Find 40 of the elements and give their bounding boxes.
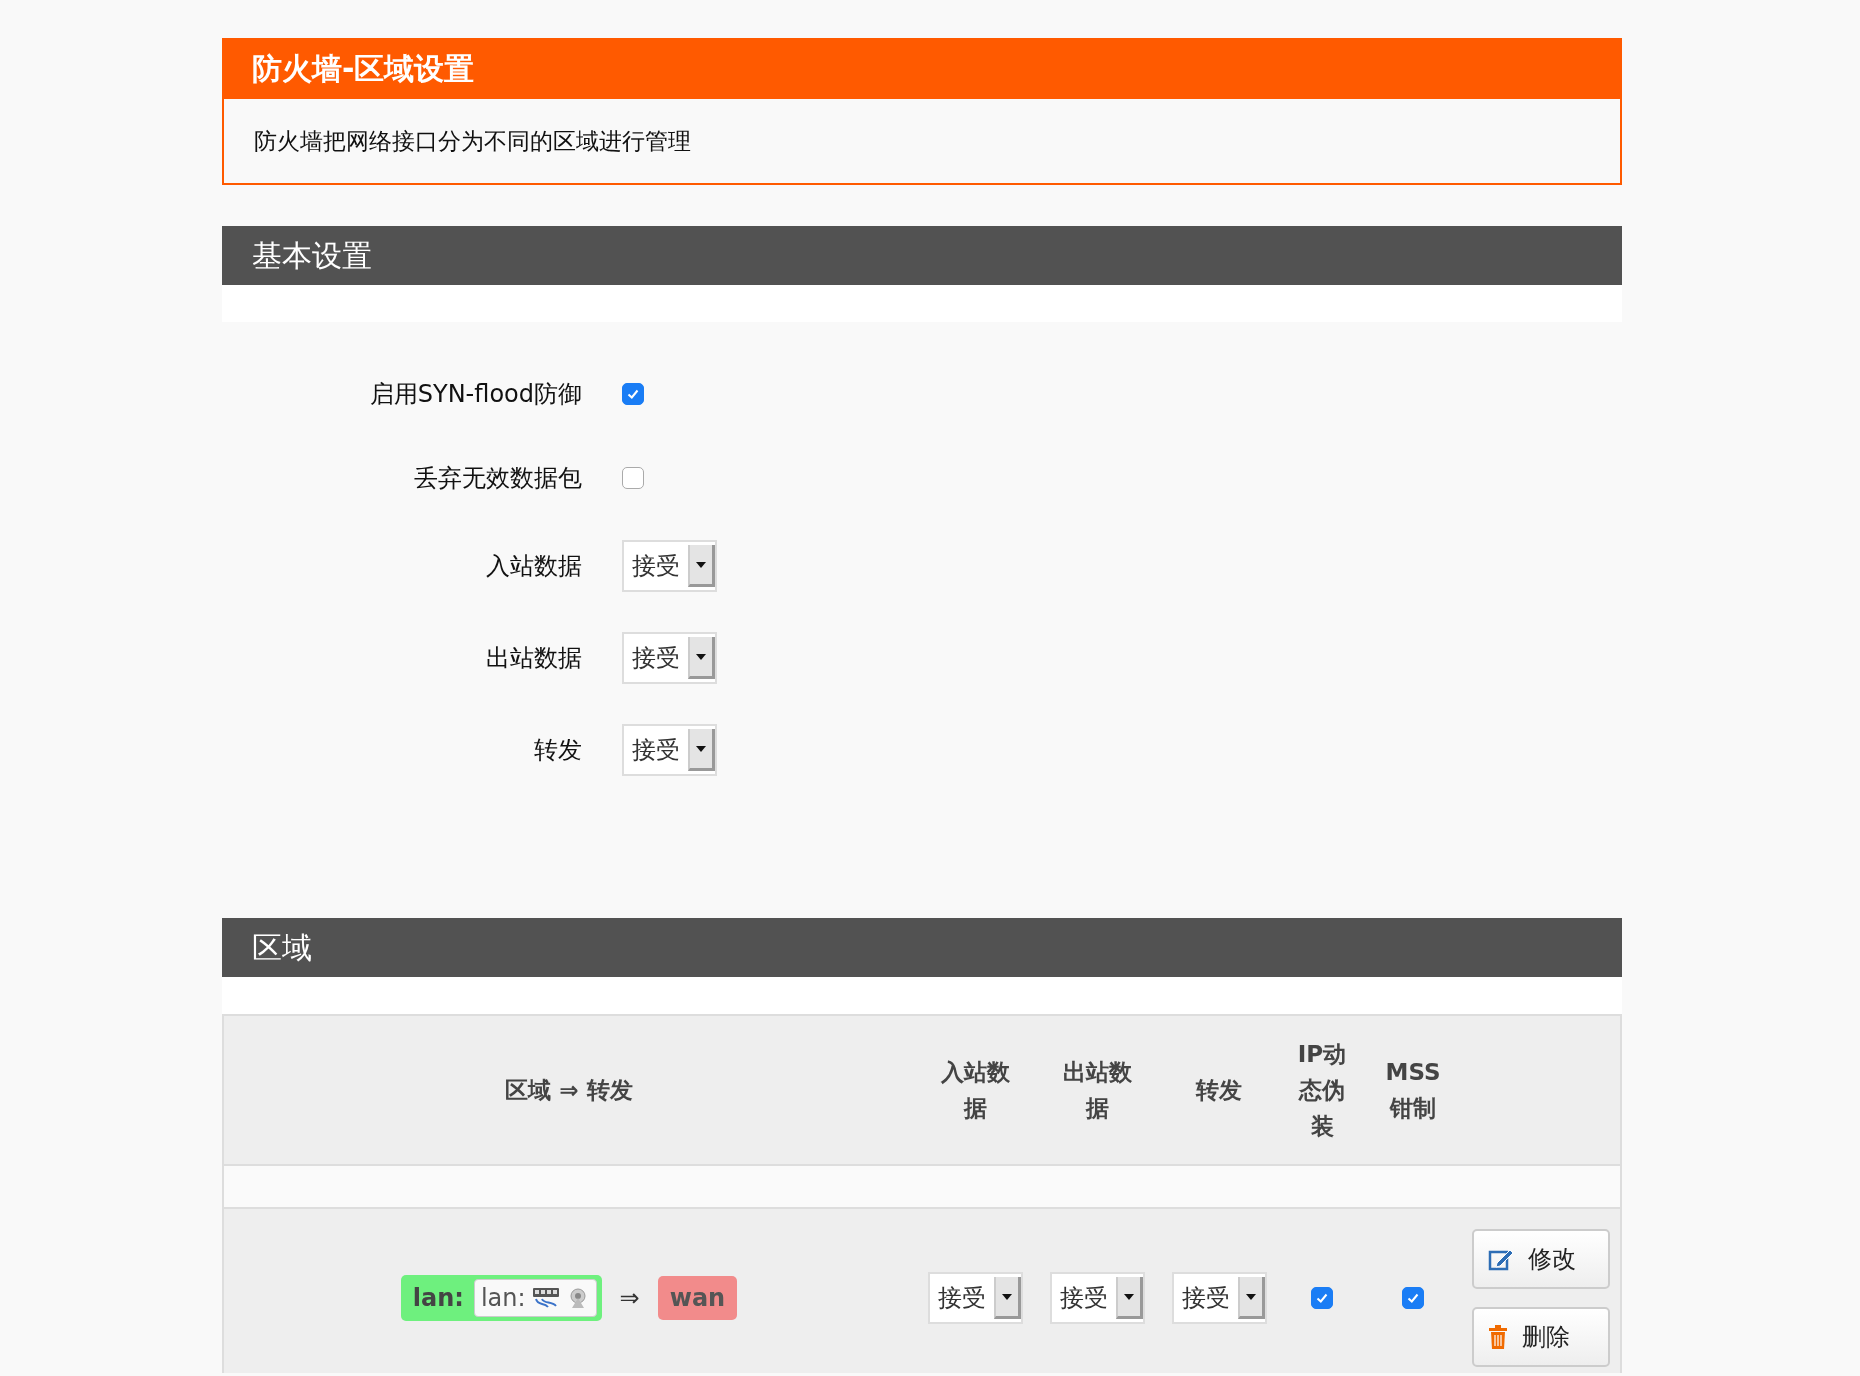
- select-field[interactable]: 接受: [927, 1272, 1023, 1324]
- column-header: IP动态伪装: [1296, 1040, 1348, 1141]
- field-label: 入站数据: [485, 551, 582, 582]
- edit-icon: [1488, 1247, 1514, 1271]
- select-field[interactable]: 接受: [622, 540, 717, 592]
- field-label: 转发: [533, 735, 582, 766]
- caret-icon: [1001, 1293, 1012, 1300]
- field-label: 丢弃无效数据包: [413, 463, 582, 494]
- select-field[interactable]: 接受: [1171, 1272, 1267, 1324]
- arrow-text: ⇒: [619, 1284, 640, 1312]
- section-header: 基本设置: [222, 226, 1622, 285]
- caret-icon: [696, 561, 706, 568]
- checkbox[interactable]: [622, 383, 644, 405]
- description-text: 防火墙把网络接口分为不同的区域进行管理: [254, 128, 691, 154]
- caret-icon: [696, 745, 706, 752]
- checkbox[interactable]: [1311, 1287, 1333, 1309]
- column-header: 转发: [1194, 1076, 1243, 1105]
- select-field[interactable]: 接受: [622, 632, 717, 684]
- trash-icon: [1488, 1325, 1508, 1349]
- column-header: 出站数据: [1061, 1058, 1133, 1123]
- checkbox[interactable]: [1402, 1287, 1424, 1309]
- column-header: MSS钳制: [1384, 1058, 1442, 1123]
- zone-name: lan:: [412, 1284, 464, 1312]
- column-header: 入站数据: [939, 1058, 1011, 1123]
- page-title: 防火墙-区域设置: [222, 38, 1622, 99]
- select-field[interactable]: 接受: [622, 724, 717, 776]
- caret-icon: [1245, 1293, 1256, 1300]
- interface-label: lan:: [480, 1284, 526, 1312]
- field-label: 出站数据: [485, 643, 582, 674]
- delete-button[interactable]: 删除: [1472, 1307, 1610, 1367]
- column-header: 区域 ⇒ 转发: [505, 1076, 633, 1105]
- select-field[interactable]: 接受: [1049, 1272, 1145, 1324]
- field-label: 启用SYN-flood防御: [368, 379, 582, 410]
- caret-icon: [696, 653, 706, 660]
- zone-badge: wan: [657, 1276, 738, 1320]
- section-header: 区域: [222, 918, 1622, 977]
- caret-icon: [1123, 1293, 1134, 1300]
- network-ports-icon: [531, 1286, 560, 1310]
- checkbox[interactable]: [622, 467, 644, 489]
- edit-button[interactable]: 修改: [1472, 1229, 1610, 1289]
